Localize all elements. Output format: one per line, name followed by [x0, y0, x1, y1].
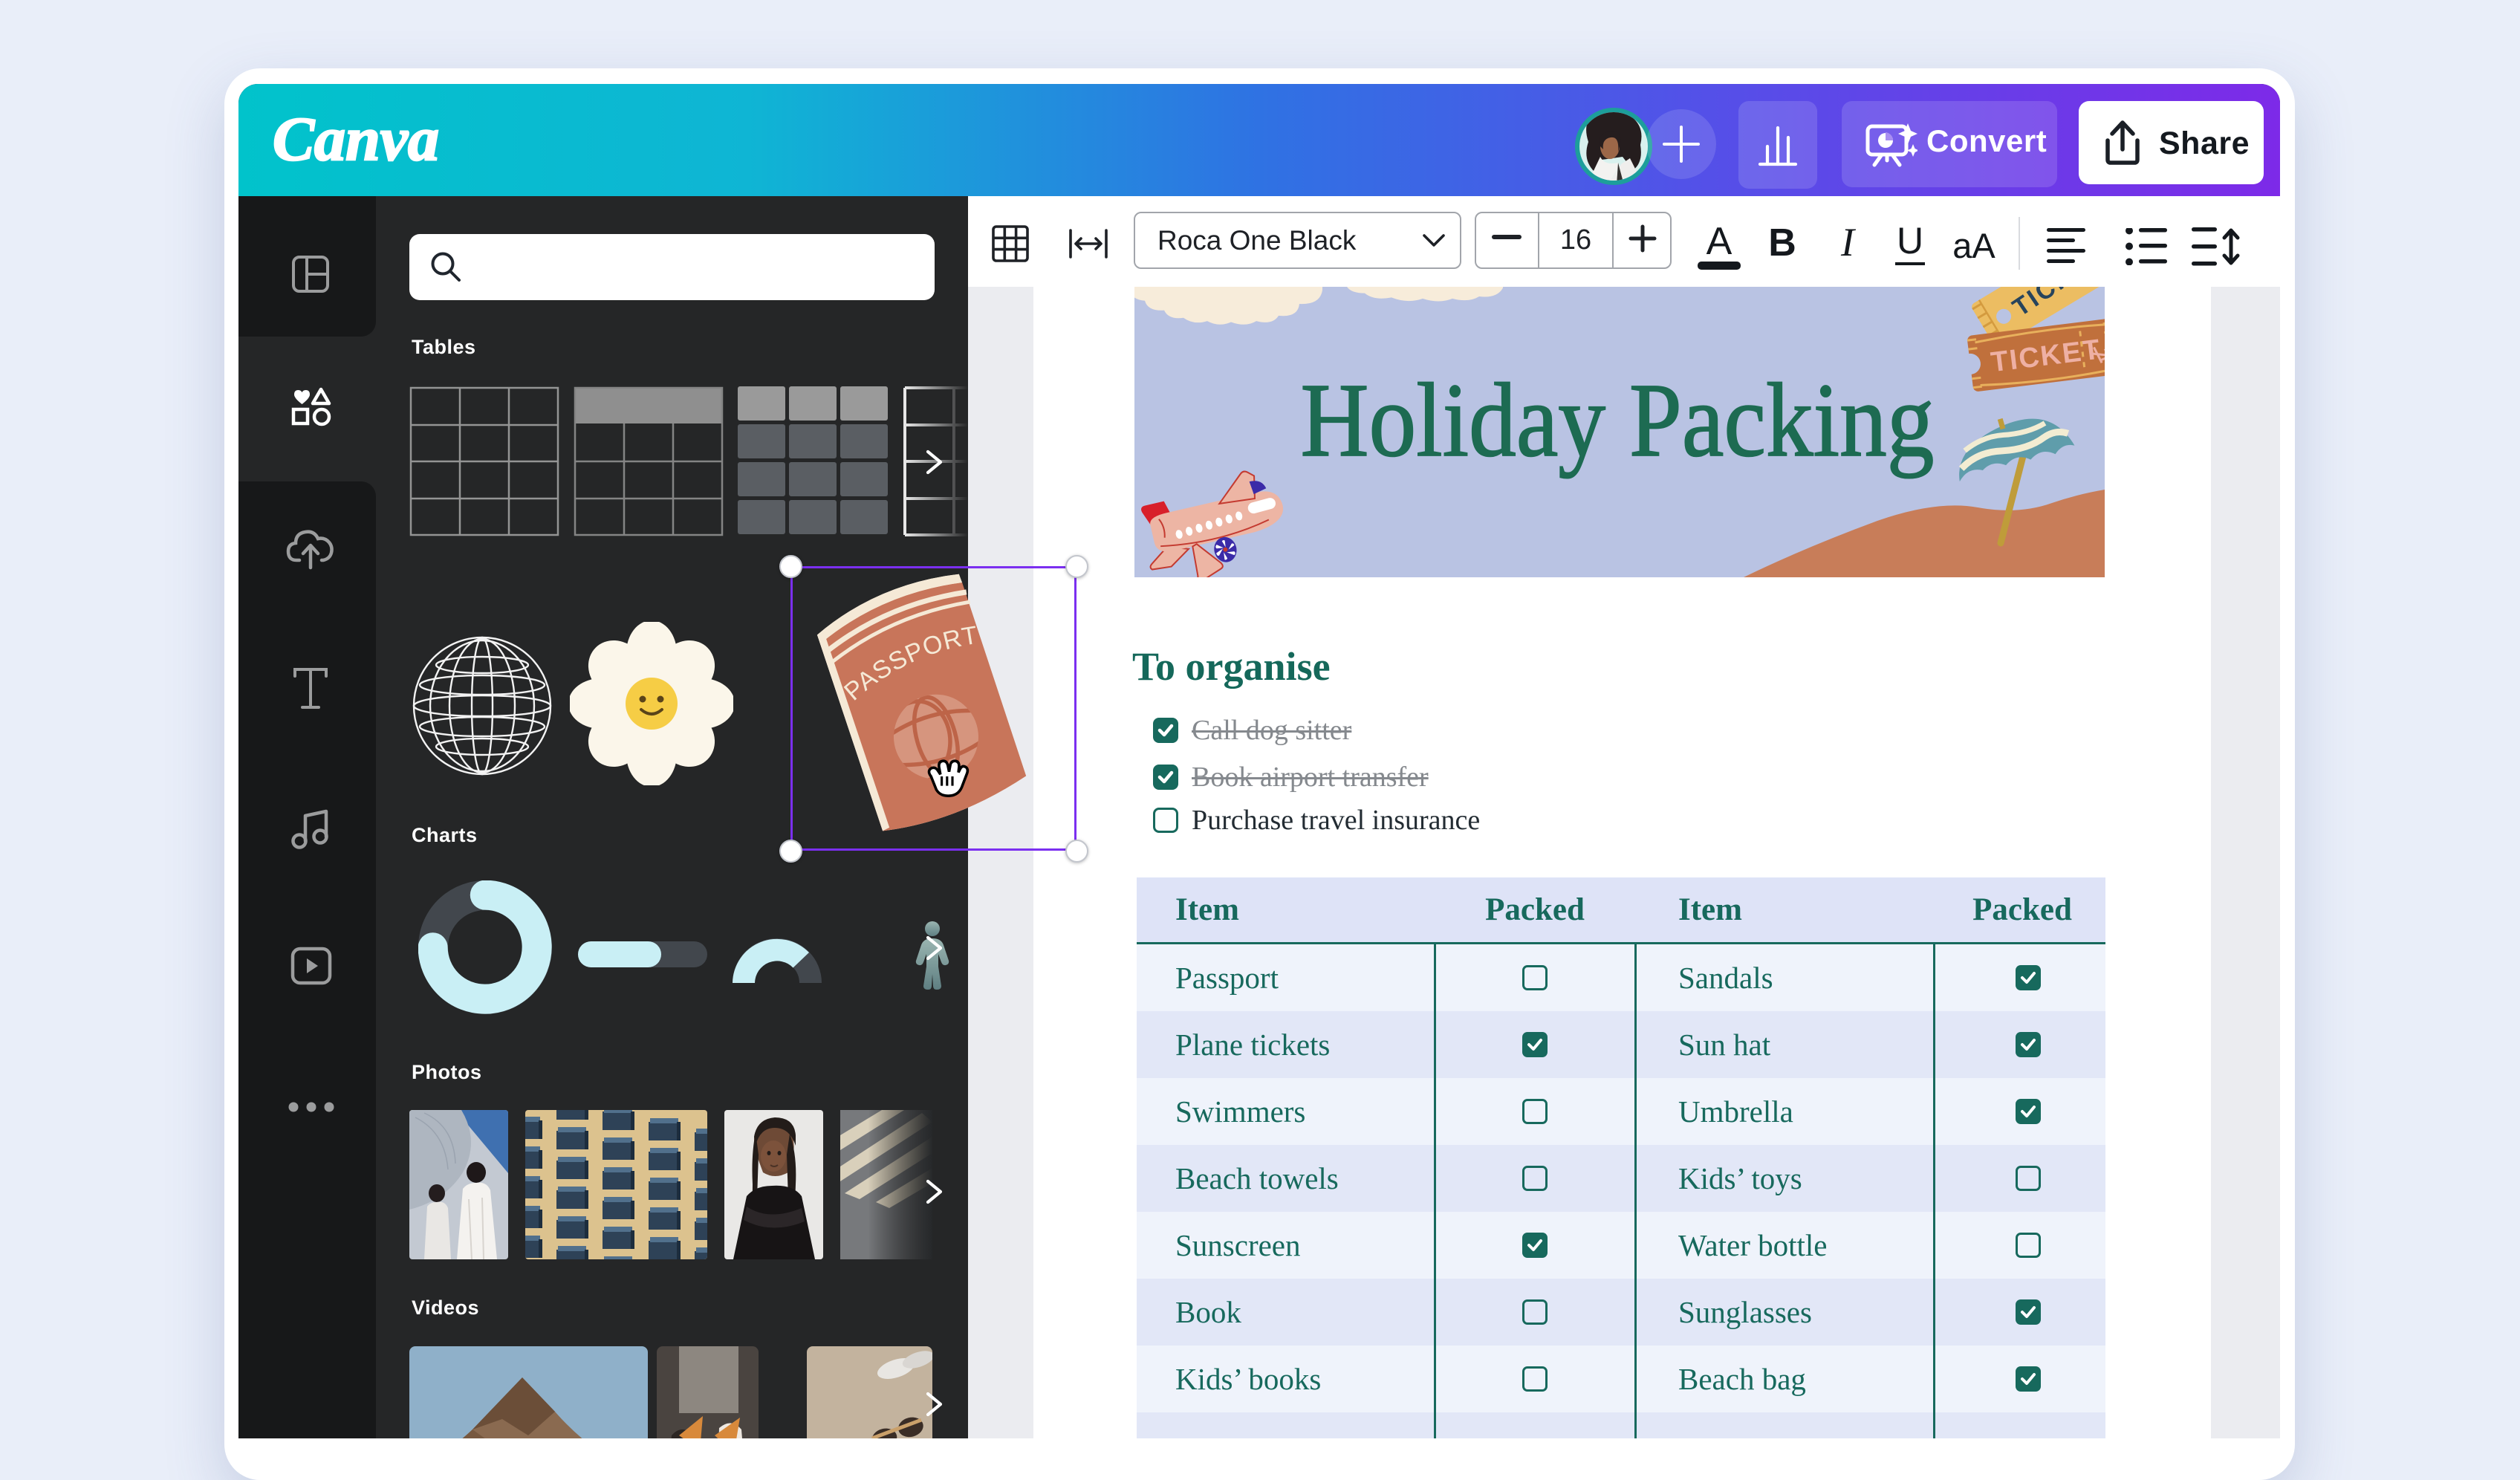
svg-text:Holiday Packing: Holiday Packing — [1301, 361, 1935, 478]
svg-text:Canva: Canva — [273, 105, 439, 174]
